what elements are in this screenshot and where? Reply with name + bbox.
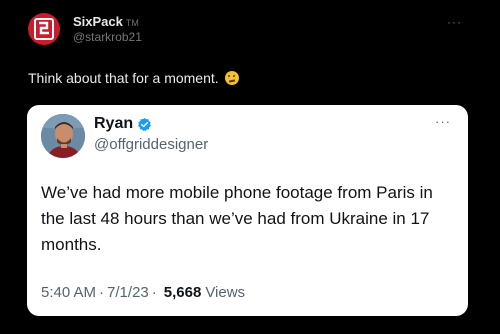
profile-photo-icon — [41, 114, 85, 158]
quoted-tweet-card[interactable]: Ryan @offgriddesigner ··· We’ve had more… — [27, 105, 468, 316]
user-handle[interactable]: @offgriddesigner — [94, 136, 208, 153]
outer-tweet-header: SixPack TM @starkrob21 ··· — [28, 9, 500, 49]
tweet-time[interactable]: 5:40 AM — [41, 284, 96, 301]
separator: · — [151, 284, 157, 301]
verified-badge-icon — [137, 117, 152, 132]
display-name[interactable]: Ryan — [94, 115, 133, 133]
tweet-metadata: 5:40 AM · 7/1/23 · 5,668 Views — [41, 284, 245, 301]
avatar[interactable] — [28, 13, 60, 45]
views-label: Views — [205, 284, 246, 301]
user-handle[interactable]: @starkrob21 — [73, 30, 142, 44]
tweet-text-content: Think about that for a moment. — [28, 70, 219, 86]
more-options-icon[interactable]: ··· — [435, 114, 451, 129]
trademark-badge: TM — [125, 18, 139, 28]
separator: · — [99, 284, 105, 301]
avatar[interactable] — [41, 114, 85, 158]
quoted-tweet-text: We’ve had more mobile phone footage from… — [41, 183, 433, 254]
display-name[interactable]: SixPack — [73, 14, 123, 29]
thinking-face-icon — [224, 71, 239, 85]
views-count: 5,668 — [163, 284, 202, 301]
more-options-icon[interactable]: ··· — [447, 15, 462, 29]
tweet-date[interactable]: 7/1/23 — [107, 284, 149, 301]
tweet-text: Think about that for a moment. — [28, 70, 239, 86]
sixpack-logo-icon — [34, 18, 54, 40]
